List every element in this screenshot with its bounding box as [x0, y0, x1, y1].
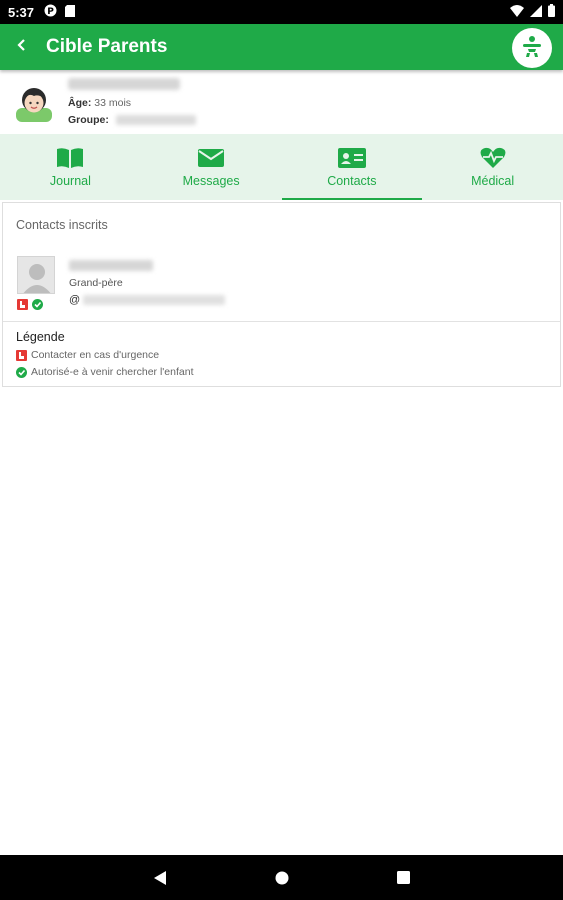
nav-recents-button[interactable] — [392, 866, 416, 890]
battery-icon — [548, 4, 555, 20]
check-icon — [32, 299, 43, 310]
tab-medical-label: Médical — [471, 174, 515, 188]
signal-icon — [530, 4, 542, 20]
tab-journal[interactable]: Journal — [0, 134, 141, 200]
emergency-icon — [16, 349, 27, 361]
divider — [3, 321, 560, 322]
contact-card-icon — [337, 146, 366, 170]
child-group-line: Groupe: — [68, 114, 196, 126]
contact-name-redacted — [69, 260, 153, 271]
child-avatar — [14, 82, 54, 122]
nav-back-icon — [153, 870, 166, 885]
tab-messages-label: Messages — [182, 174, 240, 188]
check-icon — [16, 366, 27, 378]
emergency-icon — [17, 299, 28, 310]
app-title: Cible Parents — [46, 36, 168, 57]
nav-home-button[interactable] — [270, 866, 294, 890]
tab-contacts[interactable]: Contacts — [281, 134, 423, 200]
child-name-redacted — [68, 78, 180, 90]
svg-text:P: P — [47, 7, 54, 17]
wifi-icon — [510, 4, 524, 20]
legend-title: Légende — [16, 330, 65, 344]
contact-badges — [17, 299, 43, 310]
nav-recents-icon — [397, 871, 410, 884]
app-logo-button[interactable] — [512, 28, 552, 68]
legend-emergency-label: Contacter en cas d'urgence — [31, 349, 160, 361]
heartbeat-icon — [480, 146, 506, 170]
back-button[interactable] — [0, 24, 44, 70]
email-at-sign: @ — [69, 294, 81, 306]
contact-email: @ — [69, 294, 226, 306]
age-value: 33 mois — [94, 97, 132, 109]
nav-home-icon — [275, 871, 288, 884]
status-bar: 5:37 P — [0, 0, 563, 24]
app-logo-icon — [519, 33, 545, 64]
tab-messages[interactable]: Messages — [141, 134, 282, 200]
legend-emergency: Contacter en cas d'urgence — [16, 349, 159, 361]
contacts-card: Contacts inscrits Grand-père @ Légende C… — [2, 202, 561, 387]
group-value-redacted — [115, 115, 196, 126]
app-bar: Cible Parents — [0, 24, 563, 70]
tab-journal-label: Journal — [49, 174, 91, 188]
child-header: Âge: 33 mois Groupe: — [0, 70, 563, 134]
contact-item[interactable]: Grand-père @ — [3, 248, 560, 322]
book-icon — [56, 146, 84, 170]
active-tab-indicator — [281, 198, 423, 200]
group-label: Groupe: — [68, 114, 109, 126]
navigation-bar — [0, 855, 563, 900]
child-age-line: Âge: 33 mois — [68, 97, 131, 109]
envelope-icon — [198, 146, 225, 170]
tab-contacts-label: Contacts — [327, 174, 377, 188]
status-time: 5:37 — [8, 4, 35, 20]
age-label: Âge: — [68, 97, 92, 109]
back-arrow-icon — [15, 38, 29, 57]
nav-back-button[interactable] — [148, 866, 172, 890]
contact-relation: Grand-père — [69, 277, 123, 289]
legend-pickup: Autorisé-e à venir chercher l'enfant — [16, 366, 194, 378]
contact-email-redacted — [83, 295, 226, 305]
p-icon: P — [44, 4, 57, 20]
tab-bar: Journal Messages Contacts Médical — [0, 134, 563, 200]
sim-icon — [65, 4, 76, 20]
contact-photo — [17, 256, 55, 294]
legend-pickup-label: Autorisé-e à venir chercher l'enfant — [31, 366, 194, 378]
tab-medical[interactable]: Médical — [422, 134, 563, 200]
section-title: Contacts inscrits — [16, 218, 108, 232]
screen: 5:37 P Cible Parents Âge: 33 mois Groupe… — [0, 0, 563, 900]
